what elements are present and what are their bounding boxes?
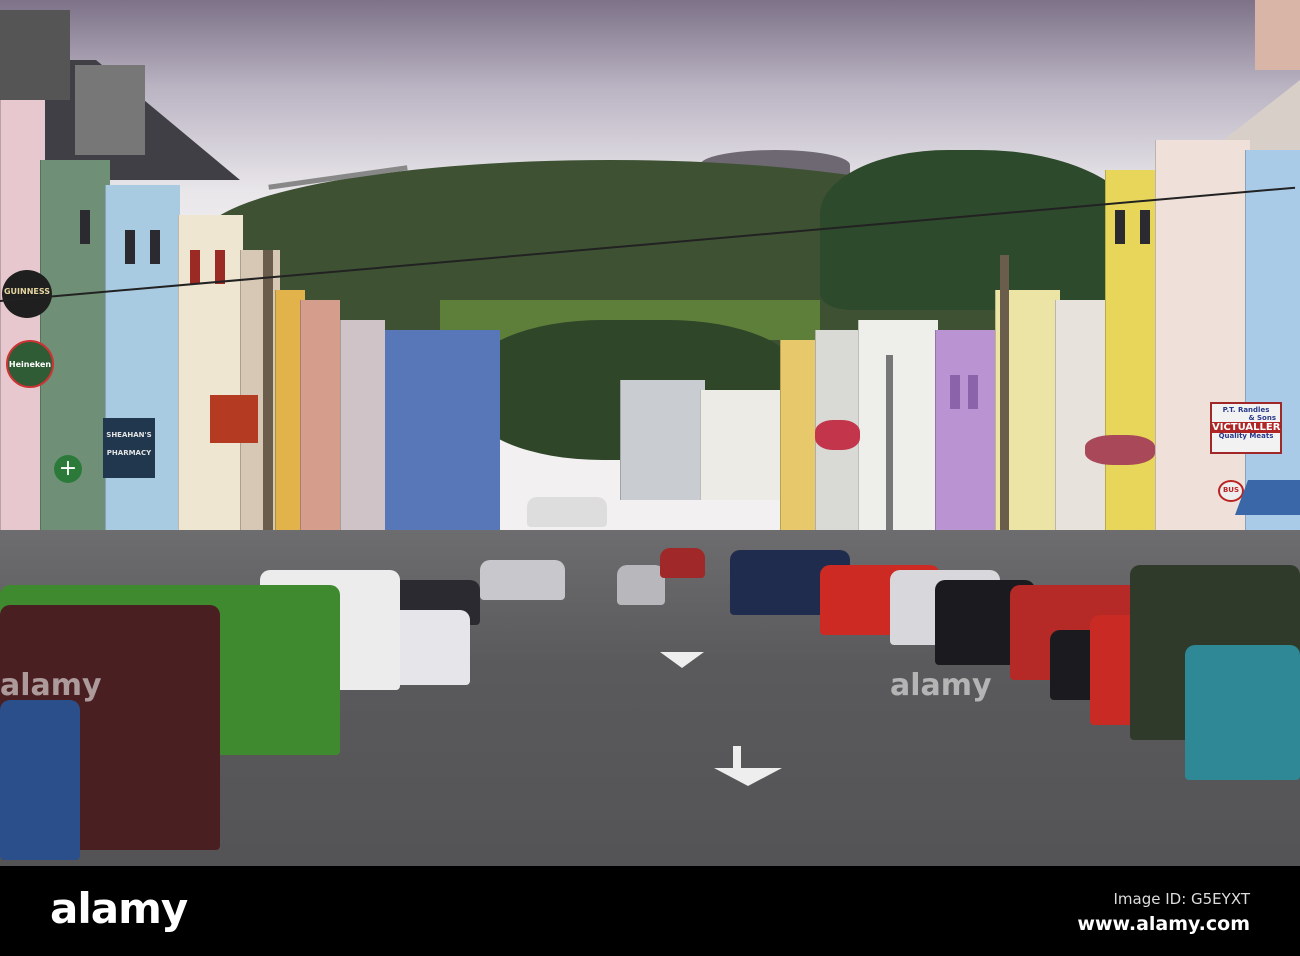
chimney — [1255, 0, 1300, 70]
randles-sons: & Sons — [1248, 413, 1276, 422]
pharmacy-sign: SHEAHAN'S PHARMACY — [103, 418, 155, 478]
building-yellow — [1105, 170, 1160, 570]
building-white — [858, 320, 938, 560]
utility-pole — [1000, 255, 1009, 575]
chimney — [75, 65, 145, 155]
watermark: alamy — [0, 668, 102, 703]
parked-car — [480, 560, 565, 600]
car — [660, 548, 705, 578]
parked-car-teal — [1185, 645, 1300, 780]
website-link[interactable]: www.alamy.com — [1077, 913, 1250, 935]
building-yellow — [780, 340, 820, 540]
road-arrow — [714, 768, 782, 786]
image-id: Image ID: G5EYXT — [1113, 890, 1250, 908]
bus-sign: BUS — [1218, 480, 1244, 502]
shop-sign — [210, 395, 258, 443]
heineken-sign: Heineken — [6, 340, 54, 388]
road-arrow-stem — [733, 746, 741, 770]
watermark: alamy — [890, 668, 992, 703]
moving-car — [617, 565, 665, 605]
street-photo: GUINNESS Heineken SHEAHAN'S PHARMACY + P… — [0, 0, 1300, 866]
tree-right — [820, 150, 1140, 310]
pharmacy-type: PHARMACY — [106, 448, 152, 457]
pharmacy-name: SHEAHAN'S — [106, 431, 152, 439]
flower-basket — [815, 420, 860, 450]
guinness-sign: GUINNESS — [2, 270, 52, 318]
quality-meats: Quality Meats — [1218, 432, 1274, 441]
building-pink — [1155, 140, 1250, 570]
pharmacy-cross-icon: + — [54, 455, 82, 483]
far-building — [620, 380, 705, 500]
chimney — [0, 10, 70, 100]
flower-basket — [1085, 435, 1155, 465]
randles-sign: P.T. Randles & Sons VICTUALLER Quality M… — [1210, 402, 1282, 454]
far-building — [700, 390, 785, 500]
alamy-logo: alamy — [50, 884, 188, 933]
parked-van — [527, 497, 607, 527]
road-arrow — [660, 652, 704, 668]
parked-car-blue — [0, 700, 80, 860]
footer-bar — [0, 866, 1300, 956]
